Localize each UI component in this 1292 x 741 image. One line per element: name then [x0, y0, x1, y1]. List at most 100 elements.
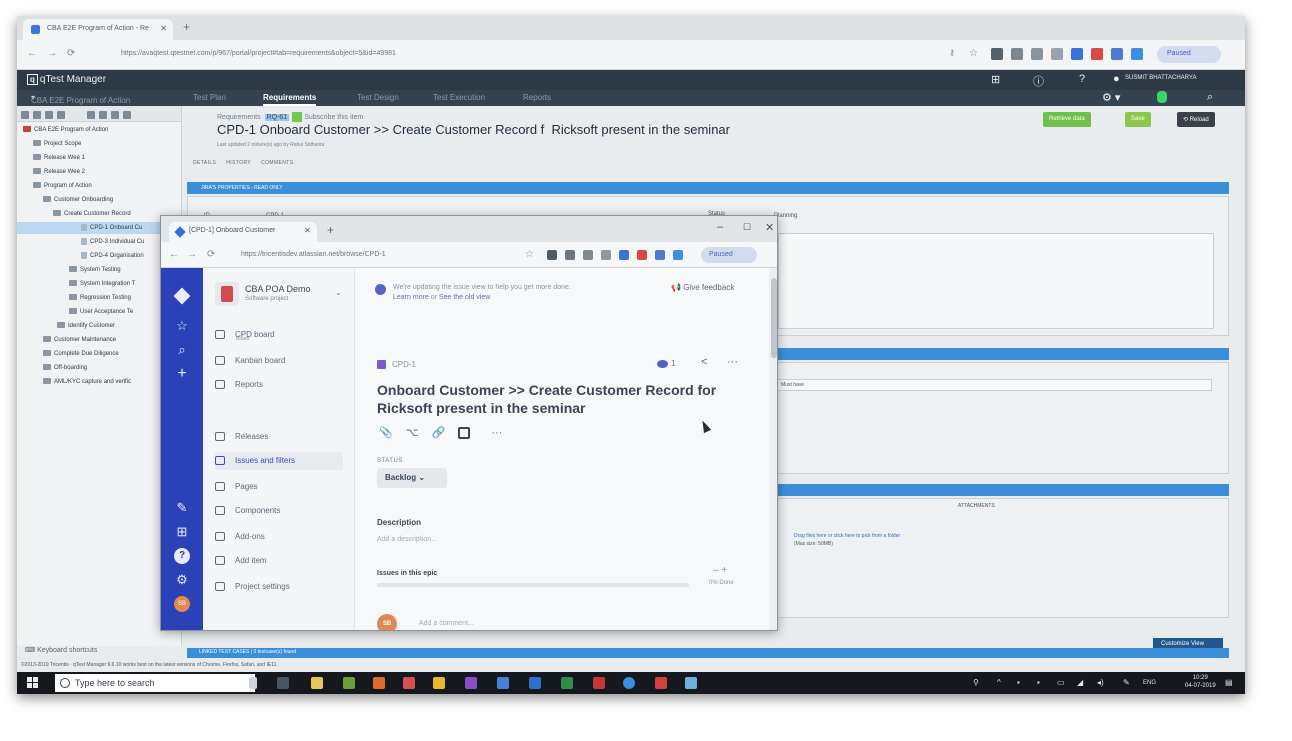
qtest-logo[interactable]: q qTest Manager [27, 74, 106, 85]
taskbar-clock[interactable]: 10:29 04-07-2019 [1185, 674, 1216, 690]
tree-node[interactable]: Off-boarding [43, 362, 87, 374]
share-icon[interactable]: < [701, 356, 707, 368]
chevron-down-icon[interactable]: ⌄ [335, 288, 342, 297]
extension-icon[interactable] [547, 250, 557, 260]
sidebar-item-pages[interactable]: Pages [215, 478, 343, 496]
star-icon[interactable]: ☆ [525, 249, 534, 260]
scrollbar[interactable] [769, 268, 777, 630]
file-explorer-icon[interactable] [311, 677, 323, 689]
tray-app-icon[interactable]: ▪ [1017, 678, 1020, 687]
jira-logo-icon[interactable] [173, 287, 191, 305]
priority-select[interactable]: Must have [776, 379, 1212, 391]
maximize-icon[interactable]: ☐ [743, 222, 751, 233]
sidebar-item-reports[interactable]: Reports [215, 376, 343, 394]
tree-node[interactable]: Customer Onboarding [43, 194, 113, 206]
notifications-icon[interactable]: ✎ [174, 500, 190, 516]
extension-icon[interactable] [1111, 48, 1123, 60]
edit-icon[interactable] [45, 111, 53, 119]
extension-icon[interactable] [601, 250, 611, 260]
tab-test-execution[interactable]: Test Execution [433, 93, 485, 102]
battery-icon[interactable]: ▭ [1057, 678, 1065, 687]
close-window-icon[interactable]: ✕ [765, 221, 774, 234]
close-tab-icon[interactable]: ✕ [304, 226, 311, 235]
tree-node[interactable]: Create Customer Record [53, 208, 131, 220]
drop-files-link[interactable]: Drag files here or click here to pick fr… [794, 533, 900, 539]
subscribe-icon[interactable] [292, 112, 303, 122]
tree-node[interactable]: Regression Testing [69, 292, 131, 304]
expand-icon[interactable] [111, 111, 119, 119]
learn-more-link[interactable]: Learn more [393, 294, 429, 301]
keyboard-shortcuts-link[interactable]: ⌨ Keyboard shortcuts [25, 646, 97, 654]
network-icon[interactable]: ◢ [1077, 678, 1083, 687]
chrome-icon[interactable] [433, 677, 445, 689]
app-icon[interactable] [403, 677, 415, 689]
tree-node[interactable]: User Acceptance Te [69, 306, 133, 318]
user-name[interactable]: SUSMIT BHATTACHARYA [1125, 75, 1196, 81]
help-icon[interactable]: ? [1079, 73, 1085, 85]
tree-node[interactable]: Complete Due Diligence [43, 348, 119, 360]
info-icon[interactable]: ⓘ [1033, 73, 1044, 89]
sidebar-item-cpd-board[interactable]: CPD board Board [215, 326, 343, 344]
close-tab-icon[interactable]: ✕ [160, 24, 167, 33]
new-tab-icon[interactable]: + [183, 20, 190, 34]
extension-icon[interactable] [1071, 48, 1083, 60]
forward-icon[interactable]: → [47, 48, 57, 59]
add-issue-icon[interactable]: + [721, 565, 727, 576]
app-icon[interactable] [623, 677, 635, 689]
give-feedback-button[interactable]: 📢 Give feedback [671, 283, 734, 292]
retrieve-data-button[interactable]: Retrieve data [1043, 112, 1091, 127]
people-icon[interactable]: ⚲ [973, 678, 979, 687]
sidebar-item-kanban[interactable]: Kanban board [215, 352, 343, 370]
task-view-icon[interactable] [277, 677, 289, 689]
new-tab-icon[interactable]: + [327, 223, 334, 237]
settings-icon[interactable]: ⚙ [174, 572, 190, 588]
app-icon[interactable] [497, 677, 509, 689]
tray-chevron-icon[interactable]: ^ [997, 678, 1001, 687]
status-dropdown[interactable]: Backlog ⌄ [377, 468, 447, 488]
app-icon[interactable] [593, 677, 605, 689]
key-icon[interactable]: ⚷ [949, 48, 955, 57]
powerpoint-icon[interactable] [655, 677, 667, 689]
app-icon[interactable] [465, 677, 477, 689]
tree-node-selected[interactable]: CPD-1 Onboard Cu [17, 222, 181, 234]
back-icon[interactable]: ← [169, 249, 179, 260]
search-icon[interactable]: ⌕ [174, 342, 190, 358]
jira-properties-header[interactable]: JIRA'S PROPERTIES - READ ONLY [187, 182, 1229, 194]
tree-node[interactable]: Release Wee 2 [33, 166, 85, 178]
excel-icon[interactable] [561, 677, 573, 689]
child-issues-icon[interactable]: ⌥ [406, 427, 419, 439]
old-view-link[interactable]: See the old view [439, 294, 490, 301]
sidebar-item-addons[interactable]: Add-ons [215, 528, 343, 546]
tree-node[interactable]: System Testing [69, 264, 121, 276]
add-content-icon[interactable] [458, 427, 471, 440]
app-icon[interactable] [343, 677, 355, 689]
scrollbar-thumb[interactable] [771, 278, 777, 358]
extension-icon[interactable] [583, 250, 593, 260]
add-icon[interactable] [33, 111, 41, 119]
collapse-icon[interactable]: – [713, 565, 719, 576]
tab-requirements[interactable]: Requirements [263, 93, 317, 106]
tab-details[interactable]: DETAILS [193, 160, 216, 166]
sidebar-item-project-settings[interactable]: Project settings [215, 578, 343, 596]
reload-icon[interactable]: ⟳ [67, 48, 75, 59]
subscribe-link[interactable]: Subscribe this item [304, 114, 363, 121]
notification-icon[interactable] [1157, 91, 1167, 103]
tree-node[interactable]: Release Wee 1 [33, 152, 85, 164]
browser-tab-qtest[interactable]: CBA E2E Program of Action - Re ✕ [23, 19, 173, 40]
paste-icon[interactable] [99, 111, 107, 119]
reload-icon[interactable]: ⟳ [207, 249, 215, 260]
microphone-icon[interactable] [249, 677, 257, 689]
extension-icon[interactable] [673, 250, 683, 260]
jira-url-field[interactable]: https://tricentisdev.atlassian.net/brows… [229, 246, 509, 264]
extension-icon[interactable] [1031, 48, 1043, 60]
help-icon[interactable]: ? [174, 548, 190, 564]
search-icon[interactable]: ⌕ [1207, 91, 1213, 104]
tree-node[interactable]: AML/KYC capture and verific [43, 376, 131, 388]
tree-root[interactable]: CBA E2E Program of Action [23, 124, 108, 136]
app-switcher-icon[interactable]: ⊞ [174, 524, 190, 540]
notifications-icon[interactable]: ▤ [1225, 678, 1233, 687]
project-name[interactable]: CBA POA Demo [245, 284, 311, 294]
more-actions-icon[interactable]: ··· [491, 427, 502, 439]
tree-node[interactable]: Customer Maintenance [43, 334, 116, 346]
collapse-icon[interactable] [123, 111, 131, 119]
